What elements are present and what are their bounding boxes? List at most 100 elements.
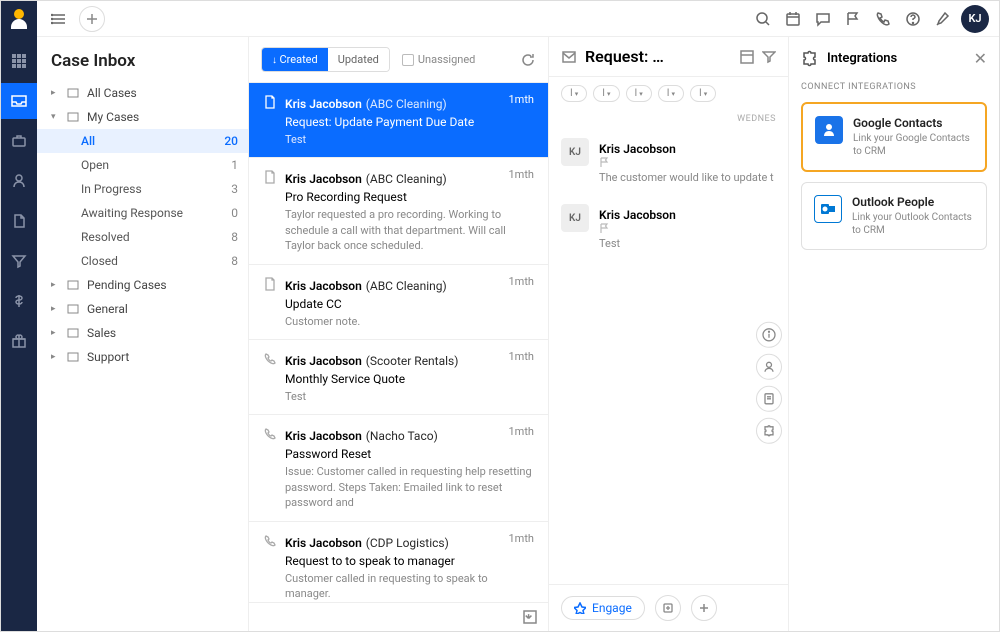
- rail-docs[interactable]: [1, 203, 37, 239]
- user-avatar[interactable]: KJ: [961, 5, 989, 33]
- case-time: 1mth: [509, 350, 535, 363]
- message[interactable]: KJKris JacobsonTest: [561, 194, 776, 260]
- detail-action-1[interactable]: I▾: [561, 85, 587, 102]
- filter-in-progress[interactable]: In Progress3: [37, 177, 248, 201]
- integration-title: Outlook People: [852, 195, 974, 209]
- case-title: Monthly Service Quote: [285, 372, 534, 386]
- chat-icon[interactable]: [811, 7, 835, 31]
- folder-general[interactable]: ▸General: [37, 297, 248, 321]
- integrations-panel: Integrations ✕ CONNECT INTEGRATIONS Goog…: [789, 37, 999, 631]
- integration-card-outlook[interactable]: Outlook People Link your Outlook Contacts…: [801, 182, 987, 250]
- user-action[interactable]: [756, 354, 782, 380]
- filter-label: All: [81, 134, 95, 148]
- doc-icon: [263, 170, 277, 184]
- filter-icon[interactable]: [762, 50, 776, 64]
- case-time: 1mth: [509, 168, 535, 181]
- settings-icon[interactable]: [931, 7, 955, 31]
- case-card[interactable]: 1mthKris Jacobson (ABC Cleaning)Update C…: [249, 265, 548, 340]
- rail-inbox[interactable]: [1, 83, 37, 119]
- filter-label: Closed: [81, 254, 118, 268]
- nav-rail: [1, 37, 37, 631]
- filter-all[interactable]: All 20: [37, 129, 248, 153]
- folder-pending-cases[interactable]: ▸ Pending Cases: [37, 273, 248, 297]
- attach-button[interactable]: [655, 595, 681, 621]
- folder-support[interactable]: ▸Support: [37, 345, 248, 369]
- refresh-icon[interactable]: [520, 52, 536, 68]
- filter-awaiting-response[interactable]: Awaiting Response0: [37, 201, 248, 225]
- folder-icon: [67, 303, 81, 315]
- info-action[interactable]: [756, 322, 782, 348]
- case-time: 1mth: [509, 275, 535, 288]
- case-contact-name: Kris Jacobson: [285, 97, 362, 111]
- app-logo[interactable]: [1, 1, 37, 37]
- filter-count: 8: [231, 254, 238, 268]
- sort-updated[interactable]: Updated: [328, 48, 389, 71]
- message[interactable]: KJKris JacobsonThe customer would like t…: [561, 128, 776, 194]
- filter-closed[interactable]: Closed 8: [37, 249, 248, 273]
- detail-action-4[interactable]: I▾: [658, 85, 684, 102]
- message-avatar: KJ: [561, 138, 589, 166]
- case-contact-name: Kris Jacobson: [285, 279, 362, 293]
- phone-icon: [263, 427, 277, 441]
- integration-card-google[interactable]: Google ContactsLink your Google Contacts…: [801, 102, 987, 172]
- help-icon[interactable]: [901, 7, 925, 31]
- rail-gift[interactable]: [1, 323, 37, 359]
- case-company: (Nacho Taco): [366, 429, 438, 443]
- unassigned-checkbox[interactable]: Unassigned: [402, 53, 476, 66]
- case-title: Request: Update Payment Due Date: [285, 115, 534, 129]
- folder-label: Sales: [87, 326, 116, 340]
- integration-desc: Link your Outlook Contacts to CRM: [852, 211, 974, 237]
- engage-button[interactable]: Engage: [561, 596, 645, 620]
- puzzle-action[interactable]: [756, 418, 782, 444]
- case-card[interactable]: 1mthKris Jacobson (ABC Cleaning)Pro Reco…: [249, 158, 548, 264]
- rail-briefcase[interactable]: [1, 123, 37, 159]
- detail-action-3[interactable]: I▾: [626, 85, 652, 102]
- case-title: Pro Recording Request: [285, 190, 534, 204]
- folder-label: Support: [87, 350, 129, 364]
- sort-created[interactable]: Created: [262, 48, 328, 71]
- top-bar: KJ: [1, 1, 999, 37]
- filter-open[interactable]: Open1: [37, 153, 248, 177]
- case-card[interactable]: 1mthKris Jacobson (Scooter Rentals)Month…: [249, 340, 548, 415]
- plus-button[interactable]: [691, 595, 717, 621]
- flag-icon[interactable]: [841, 7, 865, 31]
- filter-label: Resolved: [81, 230, 130, 244]
- tree-all-cases[interactable]: ▸ All Cases: [37, 81, 248, 105]
- filter-count: 0: [231, 206, 238, 220]
- rail-billing[interactable]: [1, 283, 37, 319]
- filter-count: 1: [231, 158, 238, 172]
- close-icon[interactable]: ✕: [974, 49, 987, 68]
- integration-title: Google Contacts: [853, 116, 973, 130]
- phone-icon[interactable]: [871, 7, 895, 31]
- rail-contacts[interactable]: [1, 163, 37, 199]
- filter-resolved[interactable]: Resolved8: [37, 225, 248, 249]
- rail-apps[interactable]: [1, 43, 37, 79]
- case-detail: Request: … I▾ I▾ I▾ I▾ I▾ WEDNES KJKris …: [549, 37, 789, 631]
- case-card[interactable]: 1mthKris Jacobson (ABC Cleaning)Request:…: [249, 83, 548, 158]
- rail-filter[interactable]: [1, 243, 37, 279]
- detail-toolbar: I▾ I▾ I▾ I▾ I▾: [549, 77, 788, 110]
- layout-icon[interactable]: [740, 50, 754, 64]
- case-company: (ABC Cleaning): [366, 97, 447, 111]
- sort-toggle: Created Updated: [261, 47, 390, 72]
- case-card[interactable]: 1mthKris Jacobson (CDP Logistics)Request…: [249, 522, 548, 602]
- collapse-icon[interactable]: [522, 609, 538, 625]
- flag-icon[interactable]: [599, 223, 776, 234]
- detail-action-5[interactable]: I▾: [690, 85, 716, 102]
- detail-action-2[interactable]: I▾: [593, 85, 619, 102]
- message-author: Kris Jacobson: [599, 208, 676, 222]
- folder-sales[interactable]: ▸Sales: [37, 321, 248, 345]
- note-action[interactable]: [756, 386, 782, 412]
- chevron-right-icon: ▸: [51, 280, 61, 290]
- add-button[interactable]: [79, 6, 105, 32]
- list-icon[interactable]: [47, 7, 71, 31]
- tree-label: All Cases: [87, 86, 137, 100]
- search-icon[interactable]: [751, 7, 775, 31]
- case-card[interactable]: 1mthKris Jacobson (Nacho Taco)Password R…: [249, 415, 548, 521]
- folder-label: Pending Cases: [87, 278, 167, 292]
- flag-icon[interactable]: [599, 157, 776, 168]
- checkbox-icon: [402, 54, 414, 66]
- tree-my-cases[interactable]: ▾ My Cases: [37, 105, 248, 129]
- filter-count: 20: [224, 134, 238, 148]
- calendar-icon[interactable]: [781, 7, 805, 31]
